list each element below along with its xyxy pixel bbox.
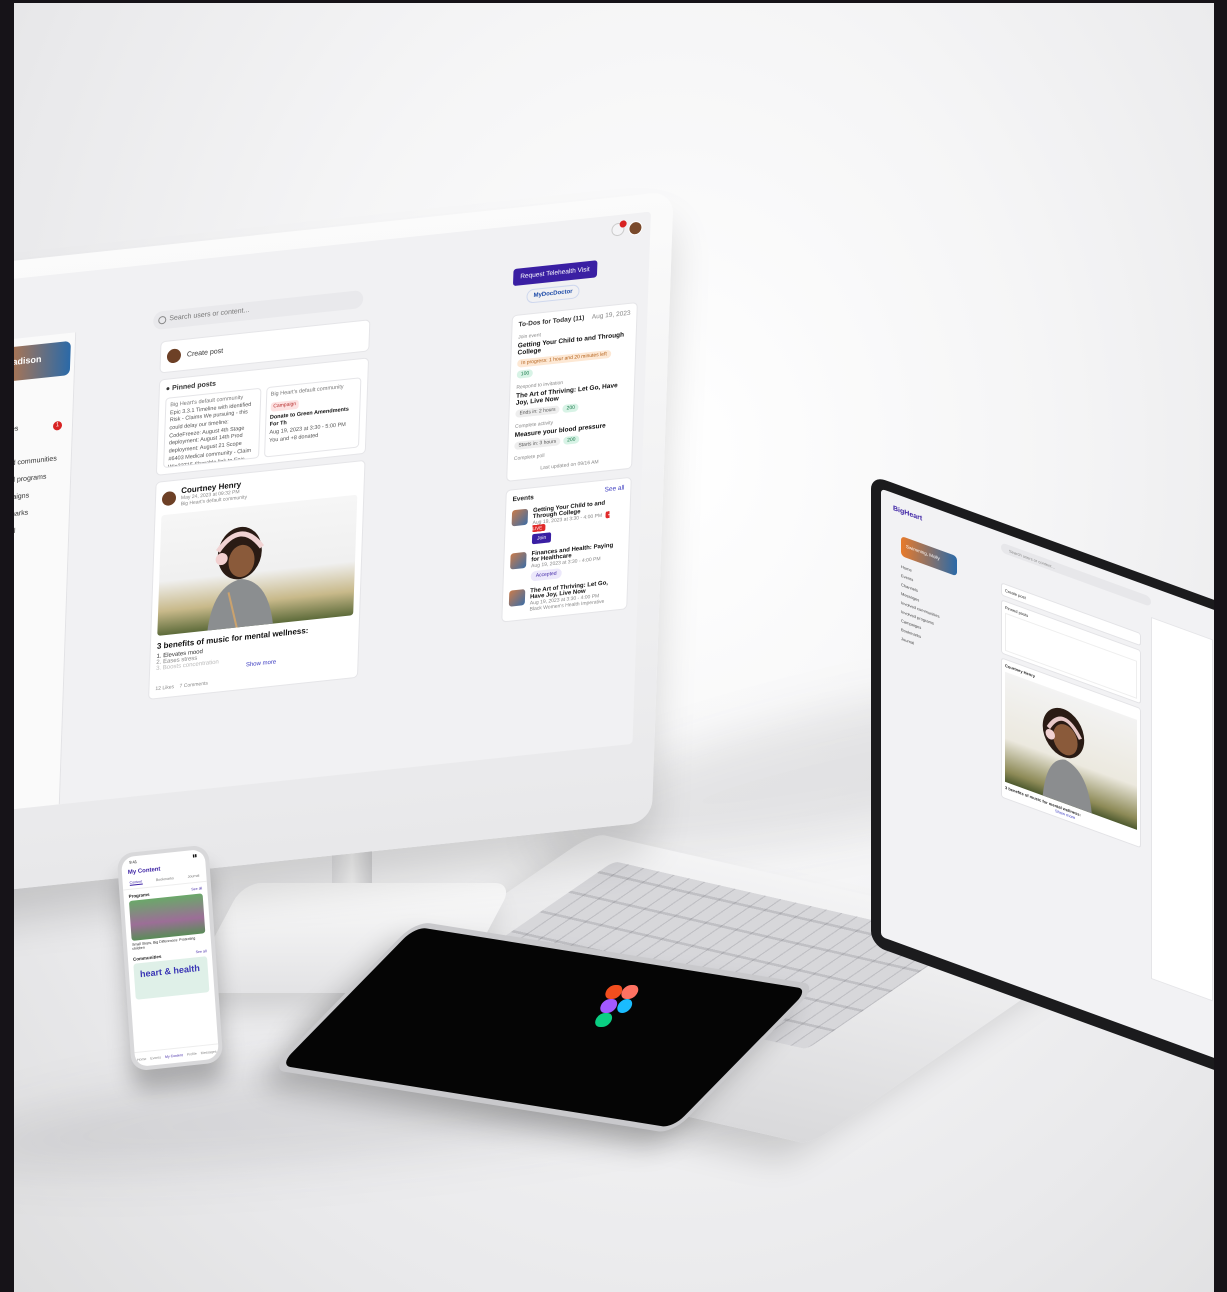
see-all-link[interactable]: See all [191,886,202,892]
partner-logo: MyDocDoctor [526,284,580,304]
right-panel: Request Telehealth Visit MyDocDoctor To-… [497,253,640,758]
post-body: Epic 3.3.1 Timeline with identified Risk… [168,401,252,469]
smartphone: 9:41 ▮▮ My Content Content Bookmarks Jou… [116,844,224,1072]
mockup-scene: BigHeart Swimming, Molly Search users or… [14,3,1214,1292]
tab-journal[interactable]: Journal [188,874,200,880]
battery-icon: ▮▮ [192,852,198,859]
community-card[interactable]: heart & health [133,956,210,1000]
campaign-tag: Campaign [270,399,300,412]
clock: 9:41 [129,858,138,865]
monitor-screen: Search users or content... g, Madison s … [14,211,651,814]
avatar [166,348,182,364]
join-button[interactable]: Join [531,532,552,545]
event-item[interactable]: Finances and Health: Paying for Healthca… [510,542,623,584]
tab-content[interactable]: Content [129,879,143,886]
tab-bookmarks[interactable]: Bookmarks [156,876,174,883]
nav-messages[interactable]: Messages [201,1050,217,1056]
desktop-monitor: Search users or content... g, Madison s … [14,191,674,896]
event-thumbnail [508,589,526,607]
nav-home[interactable]: Home [137,1057,147,1062]
figma-logo-icon [595,985,639,1027]
post-card: Courtney Henry May 24, 2023 at 09:32 PM … [148,459,366,700]
sidebar: g, Madison s eets ssages 1 ict nolved co… [14,332,77,814]
sidebar: Home Events Channels Messages Involved c… [901,562,957,663]
telehealth-button[interactable]: Request Telehealth Visit [512,260,598,287]
avatar [161,490,177,506]
status-badge: Ends in: 2 hours [515,405,560,418]
comments-button[interactable]: 7 Comments [179,681,208,690]
todos-date: Aug 19, 2023 [591,309,631,321]
sidebar-item-journal[interactable]: Journal [14,517,69,543]
post-community: Big Heart's default community [270,384,344,398]
feed: Create post ● Pinned posts Big Heart's d… [145,319,371,795]
right-panel [1151,616,1213,1002]
nav-events[interactable]: Events [150,1055,161,1060]
avatar[interactable] [628,220,643,236]
unread-badge: 1 [52,420,63,431]
nav-profile[interactable]: Profile [187,1052,197,1057]
status-badge: Starts in: 3 hours [514,437,561,451]
nav-my-content[interactable]: My Content [165,1053,183,1059]
points-badge: 200 [562,403,580,413]
bottom-nav: Home Events My Content Profile Messages [134,1043,220,1068]
post-image [157,494,358,636]
feed: Create post Pinned posts Courtney Henry [1001,582,1141,933]
points-badge: 200 [562,435,580,445]
app-logo: BigHeart [893,505,923,523]
phone-screen: 9:41 ▮▮ My Content Content Bookmarks Jou… [120,848,220,1068]
profile-cover: g, Madison [14,340,71,385]
events-title: Events [512,494,534,504]
community-brand: heart & health [139,962,201,980]
pinned-label: Pinned posts [171,380,217,393]
bell-icon[interactable] [611,220,627,237]
likes-button[interactable]: 12 Likes [155,684,174,692]
events-card: Events See all Getting Your Child to and… [501,476,632,623]
section-title: Programs [128,891,150,900]
todos-title: To-Dos for Today (11) [518,314,585,329]
create-post-label: Create post [186,347,224,359]
event-item[interactable]: Getting Your Child to and Through Colleg… [511,499,624,547]
header-actions [611,220,643,237]
pinned-posts: ● Pinned posts Big Heart's default commu… [155,357,370,476]
pinned-post[interactable]: Big Heart's default community Epic 3.3.1… [163,387,261,469]
event-item[interactable]: The Art of Thriving: Let Go, Have Joy, L… [508,579,621,615]
points-badge: 100 [516,369,534,379]
event-thumbnail [510,551,527,570]
todos-card: To-Dos for Today (11) Aug 19, 2023 Join … [506,301,638,482]
event-thumbnail [511,508,529,527]
see-all-link[interactable]: See all [604,484,624,493]
accepted-dropdown[interactable]: Accepted [530,568,562,582]
see-all-link[interactable]: See all [196,949,207,955]
sidebar-item-label: ssages [14,425,19,435]
search-placeholder: Search users or content... [169,306,250,323]
pinned-post[interactable]: Big Heart's default community Campaign D… [263,377,362,458]
search-icon [158,315,167,325]
